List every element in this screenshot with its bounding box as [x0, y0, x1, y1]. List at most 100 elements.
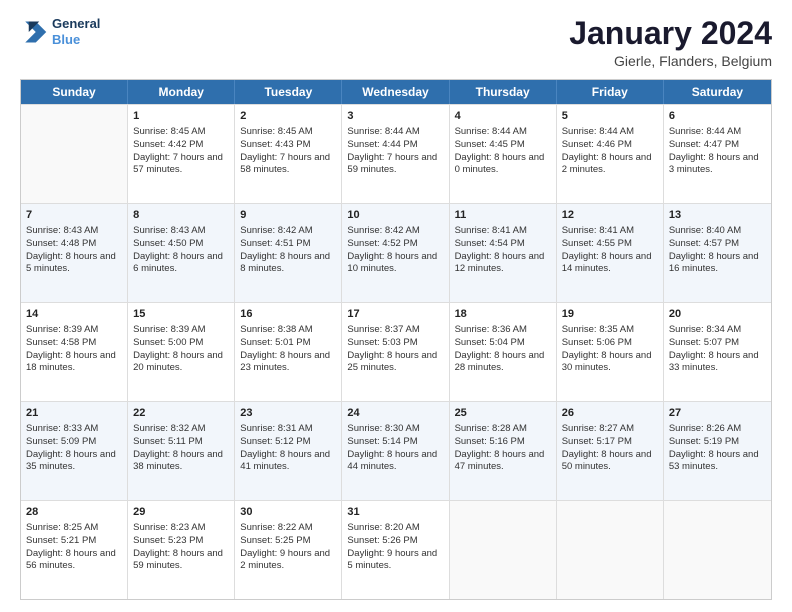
daylight-text: Daylight: 8 hours and 41 minutes. [240, 449, 336, 475]
calendar-header-cell: Wednesday [342, 80, 449, 104]
calendar-cell: 12Sunrise: 8:41 AMSunset: 4:55 PMDayligh… [557, 204, 664, 302]
sunrise-text: Sunrise: 8:34 AM [669, 324, 766, 337]
day-number: 3 [347, 109, 443, 124]
calendar-cell: 30 Sunrise: 8:22 AMSunset: 5:25 PMDayligh… [235, 501, 342, 599]
sunset-text: Sunset: 5:07 PM [669, 337, 766, 350]
sunrise-text: Sunrise: 8:39 AM [26, 324, 122, 337]
day-number: 6 [669, 109, 766, 124]
daylight-text: Daylight: 8 hours and 25 minutes. [347, 350, 443, 376]
calendar-cell: 11Sunrise: 8:41 AMSunset: 4:54 PMDayligh… [450, 204, 557, 302]
sunset-text: Sunset: 5:17 PM [562, 436, 658, 449]
day-number: 23 [240, 406, 336, 421]
day-number: 22 [133, 406, 229, 421]
daylight-text: Daylight: 8 hours and 20 minutes. [133, 350, 229, 376]
calendar-cell: 21Sunrise: 8:33 AMSunset: 5:09 PMDayligh… [21, 402, 128, 500]
daylight-text: Daylight: 8 hours and 10 minutes. [347, 251, 443, 277]
day-number: 17 [347, 307, 443, 322]
sunrise-text: Sunrise: 8:44 AM [347, 126, 443, 139]
daylight-text: Daylight: 8 hours and 3 minutes. [669, 152, 766, 178]
daylight-text: Daylight: 8 hours and 33 minutes. [669, 350, 766, 376]
calendar-cell [664, 501, 771, 599]
sunrise-text: Sunrise: 8:37 AM [347, 324, 443, 337]
calendar-header-cell: Monday [128, 80, 235, 104]
calendar-cell: 10Sunrise: 8:42 AMSunset: 4:52 PMDayligh… [342, 204, 449, 302]
sunset-text: Sunset: 5:25 PM [240, 535, 336, 548]
sunset-text: Sunset: 4:48 PM [26, 238, 122, 251]
day-number: 5 [562, 109, 658, 124]
day-number: 12 [562, 208, 658, 223]
calendar-cell: 13Sunrise: 8:40 AMSunset: 4:57 PMDayligh… [664, 204, 771, 302]
daylight-text: Daylight: 8 hours and 16 minutes. [669, 251, 766, 277]
calendar-cell: 20Sunrise: 8:34 AMSunset: 5:07 PMDayligh… [664, 303, 771, 401]
sunrise-text: Sunrise: 8:36 AM [455, 324, 551, 337]
sunset-text: Sunset: 4:44 PM [347, 139, 443, 152]
daylight-text: Daylight: 8 hours and 47 minutes. [455, 449, 551, 475]
day-number: 29 [133, 505, 229, 520]
day-number: 30 [240, 505, 336, 520]
logo-text: General Blue [52, 16, 100, 47]
sunset-text: Sunset: 5:04 PM [455, 337, 551, 350]
sunrise-text: Sunrise: 8:33 AM [26, 423, 122, 436]
daylight-text: Daylight: 8 hours and 8 minutes. [240, 251, 336, 277]
calendar-cell [557, 501, 664, 599]
sunrise-text: Sunrise: 8:44 AM [455, 126, 551, 139]
calendar-row: 21Sunrise: 8:33 AMSunset: 5:09 PMDayligh… [21, 401, 771, 500]
sunset-text: Sunset: 5:09 PM [26, 436, 122, 449]
calendar-cell: 5 Sunrise: 8:44 AMSunset: 4:46 PMDaylight… [557, 105, 664, 203]
calendar: SundayMondayTuesdayWednesdayThursdayFrid… [20, 79, 772, 600]
sunset-text: Sunset: 4:46 PM [562, 139, 658, 152]
calendar-cell: 25Sunrise: 8:28 AMSunset: 5:16 PMDayligh… [450, 402, 557, 500]
sunset-text: Sunset: 4:52 PM [347, 238, 443, 251]
daylight-text: Daylight: 8 hours and 5 minutes. [26, 251, 122, 277]
calendar-cell [21, 105, 128, 203]
day-number: 1 [133, 109, 229, 124]
sunset-text: Sunset: 5:19 PM [669, 436, 766, 449]
logo-line2: Blue [52, 32, 100, 48]
page: General Blue January 2024 Gierle, Flande… [0, 0, 792, 612]
logo: General Blue [20, 16, 100, 47]
sunset-text: Sunset: 4:57 PM [669, 238, 766, 251]
sunrise-text: Sunrise: 8:27 AM [562, 423, 658, 436]
header: General Blue January 2024 Gierle, Flande… [20, 16, 772, 69]
daylight-text: Daylight: 8 hours and 28 minutes. [455, 350, 551, 376]
sunset-text: Sunset: 5:03 PM [347, 337, 443, 350]
sunrise-text: Sunrise: 8:35 AM [562, 324, 658, 337]
sunset-text: Sunset: 4:45 PM [455, 139, 551, 152]
calendar-cell: 16Sunrise: 8:38 AMSunset: 5:01 PMDayligh… [235, 303, 342, 401]
daylight-text: Daylight: 8 hours and 2 minutes. [562, 152, 658, 178]
day-number: 8 [133, 208, 229, 223]
sunset-text: Sunset: 5:23 PM [133, 535, 229, 548]
daylight-text: Daylight: 8 hours and 44 minutes. [347, 449, 443, 475]
day-number: 27 [669, 406, 766, 421]
day-number: 19 [562, 307, 658, 322]
calendar-body: 1Sunrise: 8:45 AMSunset: 4:42 PMDaylight… [21, 104, 771, 599]
sunset-text: Sunset: 5:12 PM [240, 436, 336, 449]
sunrise-text: Sunrise: 8:42 AM [240, 225, 336, 238]
sunset-text: Sunset: 4:50 PM [133, 238, 229, 251]
sunrise-text: Sunrise: 8:40 AM [669, 225, 766, 238]
calendar-cell: 17 Sunrise: 8:37 AMSunset: 5:03 PMDayligh… [342, 303, 449, 401]
daylight-text: Daylight: 8 hours and 59 minutes. [133, 548, 229, 574]
sunset-text: Sunset: 5:26 PM [347, 535, 443, 548]
calendar-row: 1Sunrise: 8:45 AMSunset: 4:42 PMDaylight… [21, 104, 771, 203]
sunrise-text: Sunrise: 8:44 AM [562, 126, 658, 139]
sunrise-text: Sunrise: 8:38 AM [240, 324, 336, 337]
subtitle: Gierle, Flanders, Belgium [569, 53, 772, 69]
daylight-text: Daylight: 8 hours and 18 minutes. [26, 350, 122, 376]
sunrise-text: Sunrise: 8:22 AM [240, 522, 336, 535]
daylight-text: Daylight: 8 hours and 30 minutes. [562, 350, 658, 376]
day-number: 26 [562, 406, 658, 421]
calendar-cell: 18 Sunrise: 8:36 AMSunset: 5:04 PMDayligh… [450, 303, 557, 401]
day-number: 18 [455, 307, 551, 322]
calendar-cell: 7Sunrise: 8:43 AMSunset: 4:48 PMDaylight… [21, 204, 128, 302]
sunset-text: Sunset: 5:21 PM [26, 535, 122, 548]
day-number: 14 [26, 307, 122, 322]
daylight-text: Daylight: 9 hours and 2 minutes. [240, 548, 336, 574]
sunrise-text: Sunrise: 8:30 AM [347, 423, 443, 436]
sunrise-text: Sunrise: 8:23 AM [133, 522, 229, 535]
sunrise-text: Sunrise: 8:45 AM [240, 126, 336, 139]
calendar-cell: 14Sunrise: 8:39 AMSunset: 4:58 PMDayligh… [21, 303, 128, 401]
day-number: 4 [455, 109, 551, 124]
sunset-text: Sunset: 4:55 PM [562, 238, 658, 251]
daylight-text: Daylight: 8 hours and 50 minutes. [562, 449, 658, 475]
